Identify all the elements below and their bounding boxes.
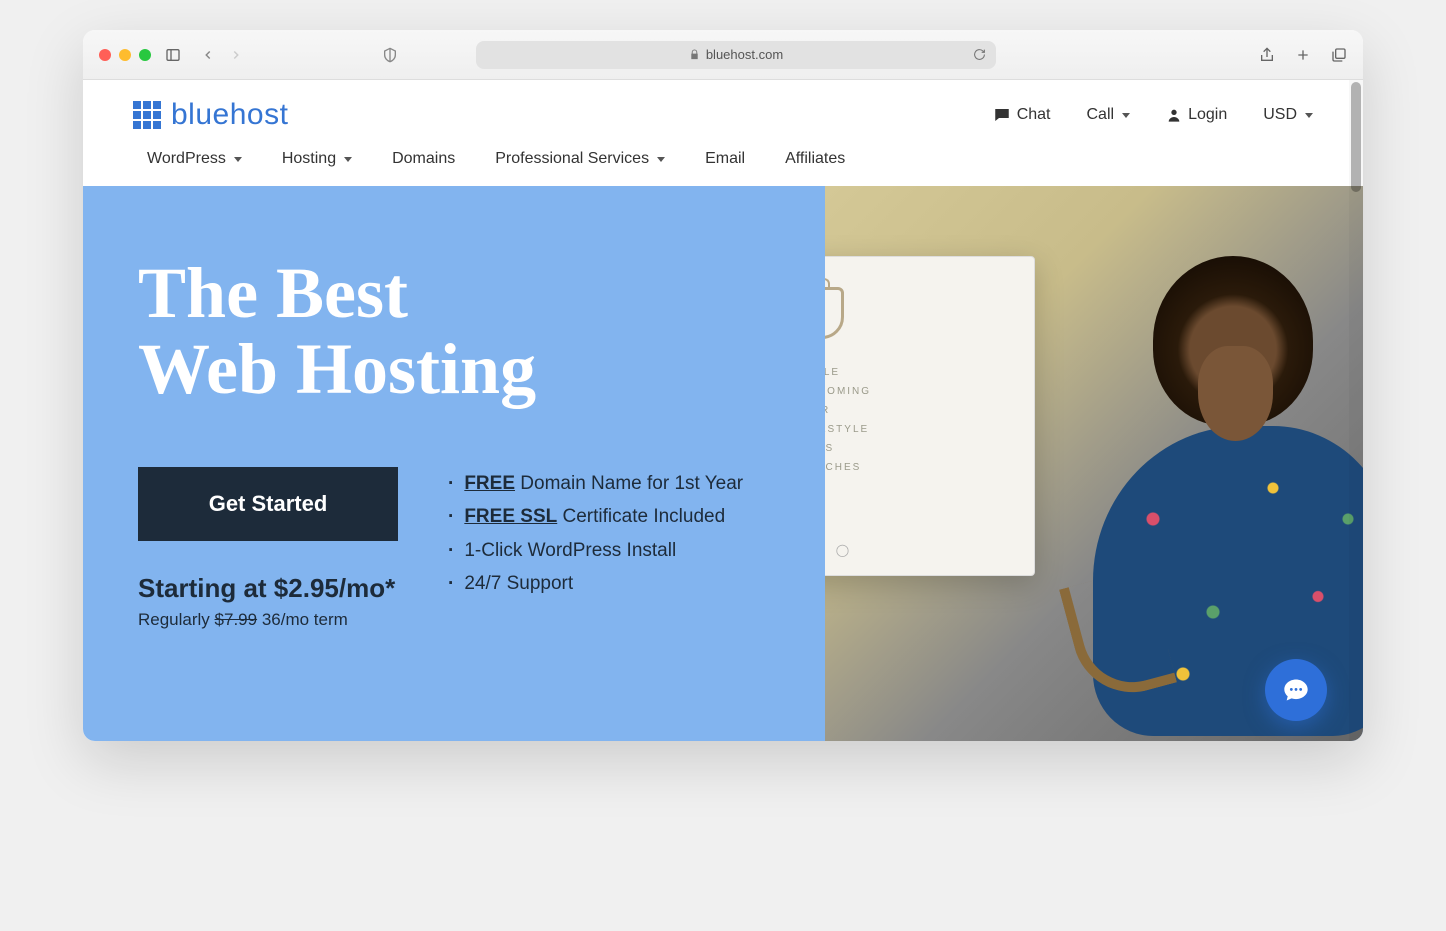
share-icon[interactable] <box>1259 47 1275 63</box>
maximize-window-button[interactable] <box>139 49 151 61</box>
chevron-down-icon <box>1122 113 1130 118</box>
nav-wordpress[interactable]: WordPress <box>147 150 242 168</box>
scrollbar[interactable] <box>1349 80 1363 741</box>
feature-item: FREE Domain Name for 1st Year <box>448 467 743 500</box>
nav-hosting[interactable]: Hosting <box>282 150 352 168</box>
feature-item: FREE SSL Certificate Included <box>448 500 743 533</box>
user-icon <box>1166 107 1182 123</box>
nav-domains[interactable]: Domains <box>392 150 455 168</box>
feature-item: 1-Click WordPress Install <box>448 534 743 567</box>
address-bar[interactable]: bluehost.com <box>476 41 996 69</box>
minimize-window-button[interactable] <box>119 49 131 61</box>
privacy-shield-icon[interactable] <box>382 47 398 63</box>
nav-professional-services[interactable]: Professional Services <box>495 150 665 168</box>
main-nav: WordPress Hosting Domains Professional S… <box>83 140 1363 186</box>
close-window-button[interactable] <box>99 49 111 61</box>
get-started-button[interactable]: Get Started <box>138 467 398 541</box>
hero-title: The Best Web Hosting <box>138 256 805 407</box>
currency-dropdown[interactable]: USD <box>1263 106 1313 124</box>
chevron-down-icon <box>1305 113 1313 118</box>
instagram-icon: ◯ <box>836 543 849 557</box>
logo-icon <box>133 101 161 129</box>
hero-person-image <box>1033 216 1363 736</box>
lock-icon <box>689 49 700 60</box>
tabs-icon[interactable] <box>1331 47 1347 63</box>
hero-section: The Best Web Hosting Get Started Startin… <box>83 186 1363 741</box>
mock-website-preview: STYLE GROOMING HAIR LIFESTYLE CARS WATCH… <box>825 256 1035 576</box>
window-controls <box>99 49 151 61</box>
scrollbar-thumb[interactable] <box>1351 82 1361 192</box>
browser-toolbar: bluehost.com <box>83 30 1363 80</box>
chat-bubble-icon <box>1282 676 1310 704</box>
pricing-info: Starting at $2.95/mo* Regularly $7.99 36… <box>138 573 398 630</box>
feature-item: 24/7 Support <box>448 567 743 600</box>
mock-social-icons: f ✦ ◯ <box>825 543 849 557</box>
logo[interactable]: bluehost <box>133 98 288 132</box>
chat-icon <box>993 106 1011 124</box>
chat-link[interactable]: Chat <box>993 106 1051 124</box>
url-text: bluehost.com <box>706 47 783 62</box>
hero-image: STYLE GROOMING HAIR LIFESTYLE CARS WATCH… <box>825 186 1363 741</box>
new-tab-icon[interactable] <box>1295 47 1311 63</box>
logo-text: bluehost <box>171 98 288 132</box>
chevron-down-icon <box>234 157 242 162</box>
chat-widget-button[interactable] <box>1265 659 1327 721</box>
nav-email[interactable]: Email <box>705 150 745 168</box>
feature-list: FREE Domain Name for 1st Year FREE SSL C… <box>448 467 743 600</box>
login-link[interactable]: Login <box>1166 106 1227 124</box>
back-button[interactable] <box>201 48 215 62</box>
call-dropdown[interactable]: Call <box>1087 106 1131 124</box>
nav-affiliates[interactable]: Affiliates <box>785 150 845 168</box>
chevron-down-icon <box>344 157 352 162</box>
page-content: bluehost Chat Call Login USD <box>83 80 1363 741</box>
chevron-down-icon <box>657 157 665 162</box>
mock-menu: STYLE GROOMING HAIR LIFESTYLE CARS WATCH… <box>825 363 1012 477</box>
sidebar-icon[interactable] <box>165 47 181 63</box>
mock-logo-icon <box>825 287 844 339</box>
site-header: bluehost Chat Call Login USD <box>83 80 1363 140</box>
forward-button[interactable] <box>229 48 243 62</box>
refresh-icon[interactable] <box>973 48 986 61</box>
